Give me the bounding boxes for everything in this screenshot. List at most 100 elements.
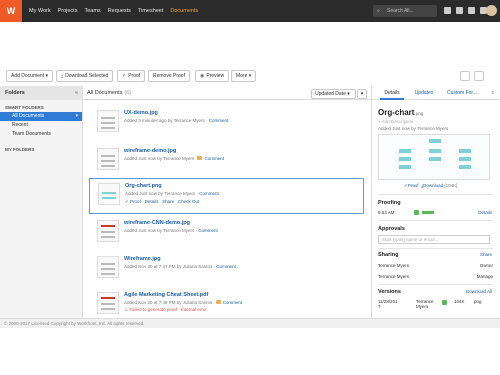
document-thumbnail[interactable] (97, 148, 119, 170)
sharing-user: Terrance Myers (378, 274, 410, 279)
document-thumbnail[interactable] (97, 220, 119, 242)
download-selected-button[interactable]: ⤓ Download Selected (56, 70, 114, 82)
panel-proof-link[interactable]: Proof (408, 183, 419, 188)
panel-added-info: Added Just now by Terrance Myers (378, 126, 449, 131)
checklist-icon[interactable] (444, 7, 451, 14)
document-title[interactable]: Agile Marketing Cheat Sheet.pdf (124, 292, 208, 298)
document-title[interactable]: UX-demo.jpg (124, 110, 158, 116)
sharing-role[interactable]: Owner (480, 263, 493, 268)
my-folders-heading[interactable]: MY FOLDERS (0, 139, 82, 154)
sort-label: Updated Date (315, 91, 346, 97)
notifications-icon[interactable] (456, 7, 463, 14)
nav-teams[interactable]: Teams (84, 8, 100, 14)
document-thumbnail[interactable] (97, 292, 119, 314)
proof-error-text: Failed to generate proof · Internal erro… (129, 307, 207, 312)
list-item-selected[interactable]: Org-chart.png Added Just now by Terrance… (89, 178, 364, 214)
panel-download-link[interactable]: Download (423, 183, 443, 188)
more-button[interactable]: More ▾ (231, 70, 257, 82)
chevron-down-icon: ▾ (45, 73, 48, 79)
comment-link[interactable]: Comment (204, 156, 224, 161)
sidebar-header: Folders « (0, 86, 82, 100)
comment-link[interactable]: Comment (199, 191, 219, 196)
proofing-details-link[interactable]: Details (478, 210, 492, 215)
proof-progress-bar (422, 211, 435, 215)
check-icon: ✓ (122, 73, 127, 79)
document-actions: ✓ Proof Details Share Check Out (125, 199, 199, 205)
preview-button[interactable]: ◉ Preview (195, 70, 230, 82)
sidebar-item-recent[interactable]: Recent (0, 121, 82, 130)
sidebar-title: Folders (5, 90, 25, 96)
comment-bubble-icon (197, 156, 203, 160)
download-all-link[interactable]: Download All (466, 289, 492, 294)
sharing-role[interactable]: Manage (477, 274, 493, 279)
document-meta: Added Just now by Terrance Myers · Comme… (125, 191, 219, 196)
list-item[interactable]: UX-demo.jpg Added 3 minutes ago by Terra… (89, 106, 364, 142)
check-out-action[interactable]: Check Out (178, 199, 199, 204)
document-title[interactable]: Wireframe.jpg (124, 256, 161, 262)
comment-link[interactable]: Comment (198, 228, 218, 233)
tab-updates[interactable]: Updates (410, 86, 438, 100)
comment-link[interactable]: Comment (216, 264, 236, 269)
add-document-label: Add Document (11, 73, 45, 79)
workfront-logo[interactable]: W (0, 0, 22, 22)
document-meta: Added Nov 30 at 7:47 PM by Juliana Santo… (124, 264, 236, 269)
comment-link[interactable]: Comment (209, 118, 229, 123)
comment-link[interactable]: Comment (223, 300, 243, 305)
document-thumbnail[interactable] (98, 183, 120, 205)
global-search-input[interactable]: ⌕ Search All... (373, 5, 437, 17)
sort-select[interactable]: Updated Date ▾ (311, 89, 356, 99)
panel-title-ext: .png (414, 111, 424, 116)
list-item[interactable]: Wireframe.jpg Added Nov 30 at 7:47 PM by… (89, 252, 364, 288)
version-size: 104K (454, 299, 465, 304)
document-thumbnail[interactable] (97, 256, 119, 278)
document-list: All Documents (6) Updated Date ▾ ▾ UX-dem… (83, 86, 371, 318)
sharing-row: Terrance Myers Owner (378, 263, 493, 268)
list-view-icon[interactable] (460, 71, 470, 81)
sidebar-item-team-documents[interactable]: Team Documents (0, 130, 82, 139)
top-icons (444, 7, 487, 14)
approvals-input[interactable]: Start typing name or email... (378, 235, 490, 244)
nav-documents[interactable]: Documents (170, 8, 198, 14)
add-description-link[interactable]: + Add Description (378, 119, 413, 124)
smart-folders-heading[interactable]: SMART FOLDERS (0, 100, 82, 112)
nav-projects[interactable]: Projects (58, 8, 78, 14)
document-added: Added Just now by Terrance Myers (124, 156, 195, 161)
footer-copyright: © 2000-2017 Licensed Copyright by Workfr… (0, 318, 500, 328)
document-toolbar: Add Document ▾ ⤓ Download Selected ✓ Proof… (0, 66, 500, 86)
document-thumbnail[interactable] (97, 110, 119, 132)
document-title[interactable]: wireframe-CNN-demo.jpg (124, 220, 190, 226)
list-item[interactable]: wireframe-demo.jpg Added Just now by Ter… (89, 144, 364, 180)
add-document-button[interactable]: Add Document ▾ (6, 70, 53, 82)
help-icon[interactable] (468, 7, 475, 14)
versions-heading: Versions (378, 289, 401, 295)
sharing-heading: Sharing (378, 252, 399, 258)
remove-proof-button[interactable]: Remove Proof (148, 70, 190, 82)
document-count: (6) (124, 90, 132, 96)
nav-timesheet[interactable]: Timesheet (138, 8, 163, 14)
share-link[interactable]: Share (480, 252, 492, 257)
document-title[interactable]: wireframe-demo.jpg (124, 148, 176, 154)
nav-requests[interactable]: Requests (108, 8, 131, 14)
details-action[interactable]: Details (145, 199, 159, 204)
proof-action[interactable]: Proof (130, 199, 141, 204)
tab-custom-forms[interactable]: Custom For... (442, 86, 482, 100)
sort-direction-icon[interactable]: ▾ (357, 89, 367, 99)
document-preview[interactable] (378, 134, 490, 180)
proof-button[interactable]: ✓ Proof (117, 70, 146, 82)
grid-view-icon[interactable] (474, 71, 484, 81)
collapse-icon[interactable]: « (75, 86, 78, 100)
version-row[interactable]: 11/28/201 7 Terrance Myers 104K png (378, 299, 493, 313)
panel-menu-icon[interactable]: ≡ (489, 86, 497, 100)
remove-proof-label: Remove Proof (153, 73, 185, 79)
sharing-row: Terrance Myers Manage (378, 274, 493, 279)
document-title[interactable]: Org-chart.png (125, 183, 162, 189)
sidebar-item-all-documents[interactable]: All Documents ▾ (0, 112, 82, 121)
share-action[interactable]: Share (162, 199, 174, 204)
list-item[interactable]: wireframe-CNN-demo.jpg Added Just now by… (89, 216, 364, 252)
eye-icon: ◉ (200, 73, 205, 79)
download-icon: ⤓ (61, 73, 64, 79)
tab-details[interactable]: Details (380, 86, 404, 100)
sidebar-item-label: Team Documents (12, 131, 51, 137)
user-avatar[interactable] (486, 5, 497, 16)
nav-my-work[interactable]: My Work (29, 8, 51, 14)
